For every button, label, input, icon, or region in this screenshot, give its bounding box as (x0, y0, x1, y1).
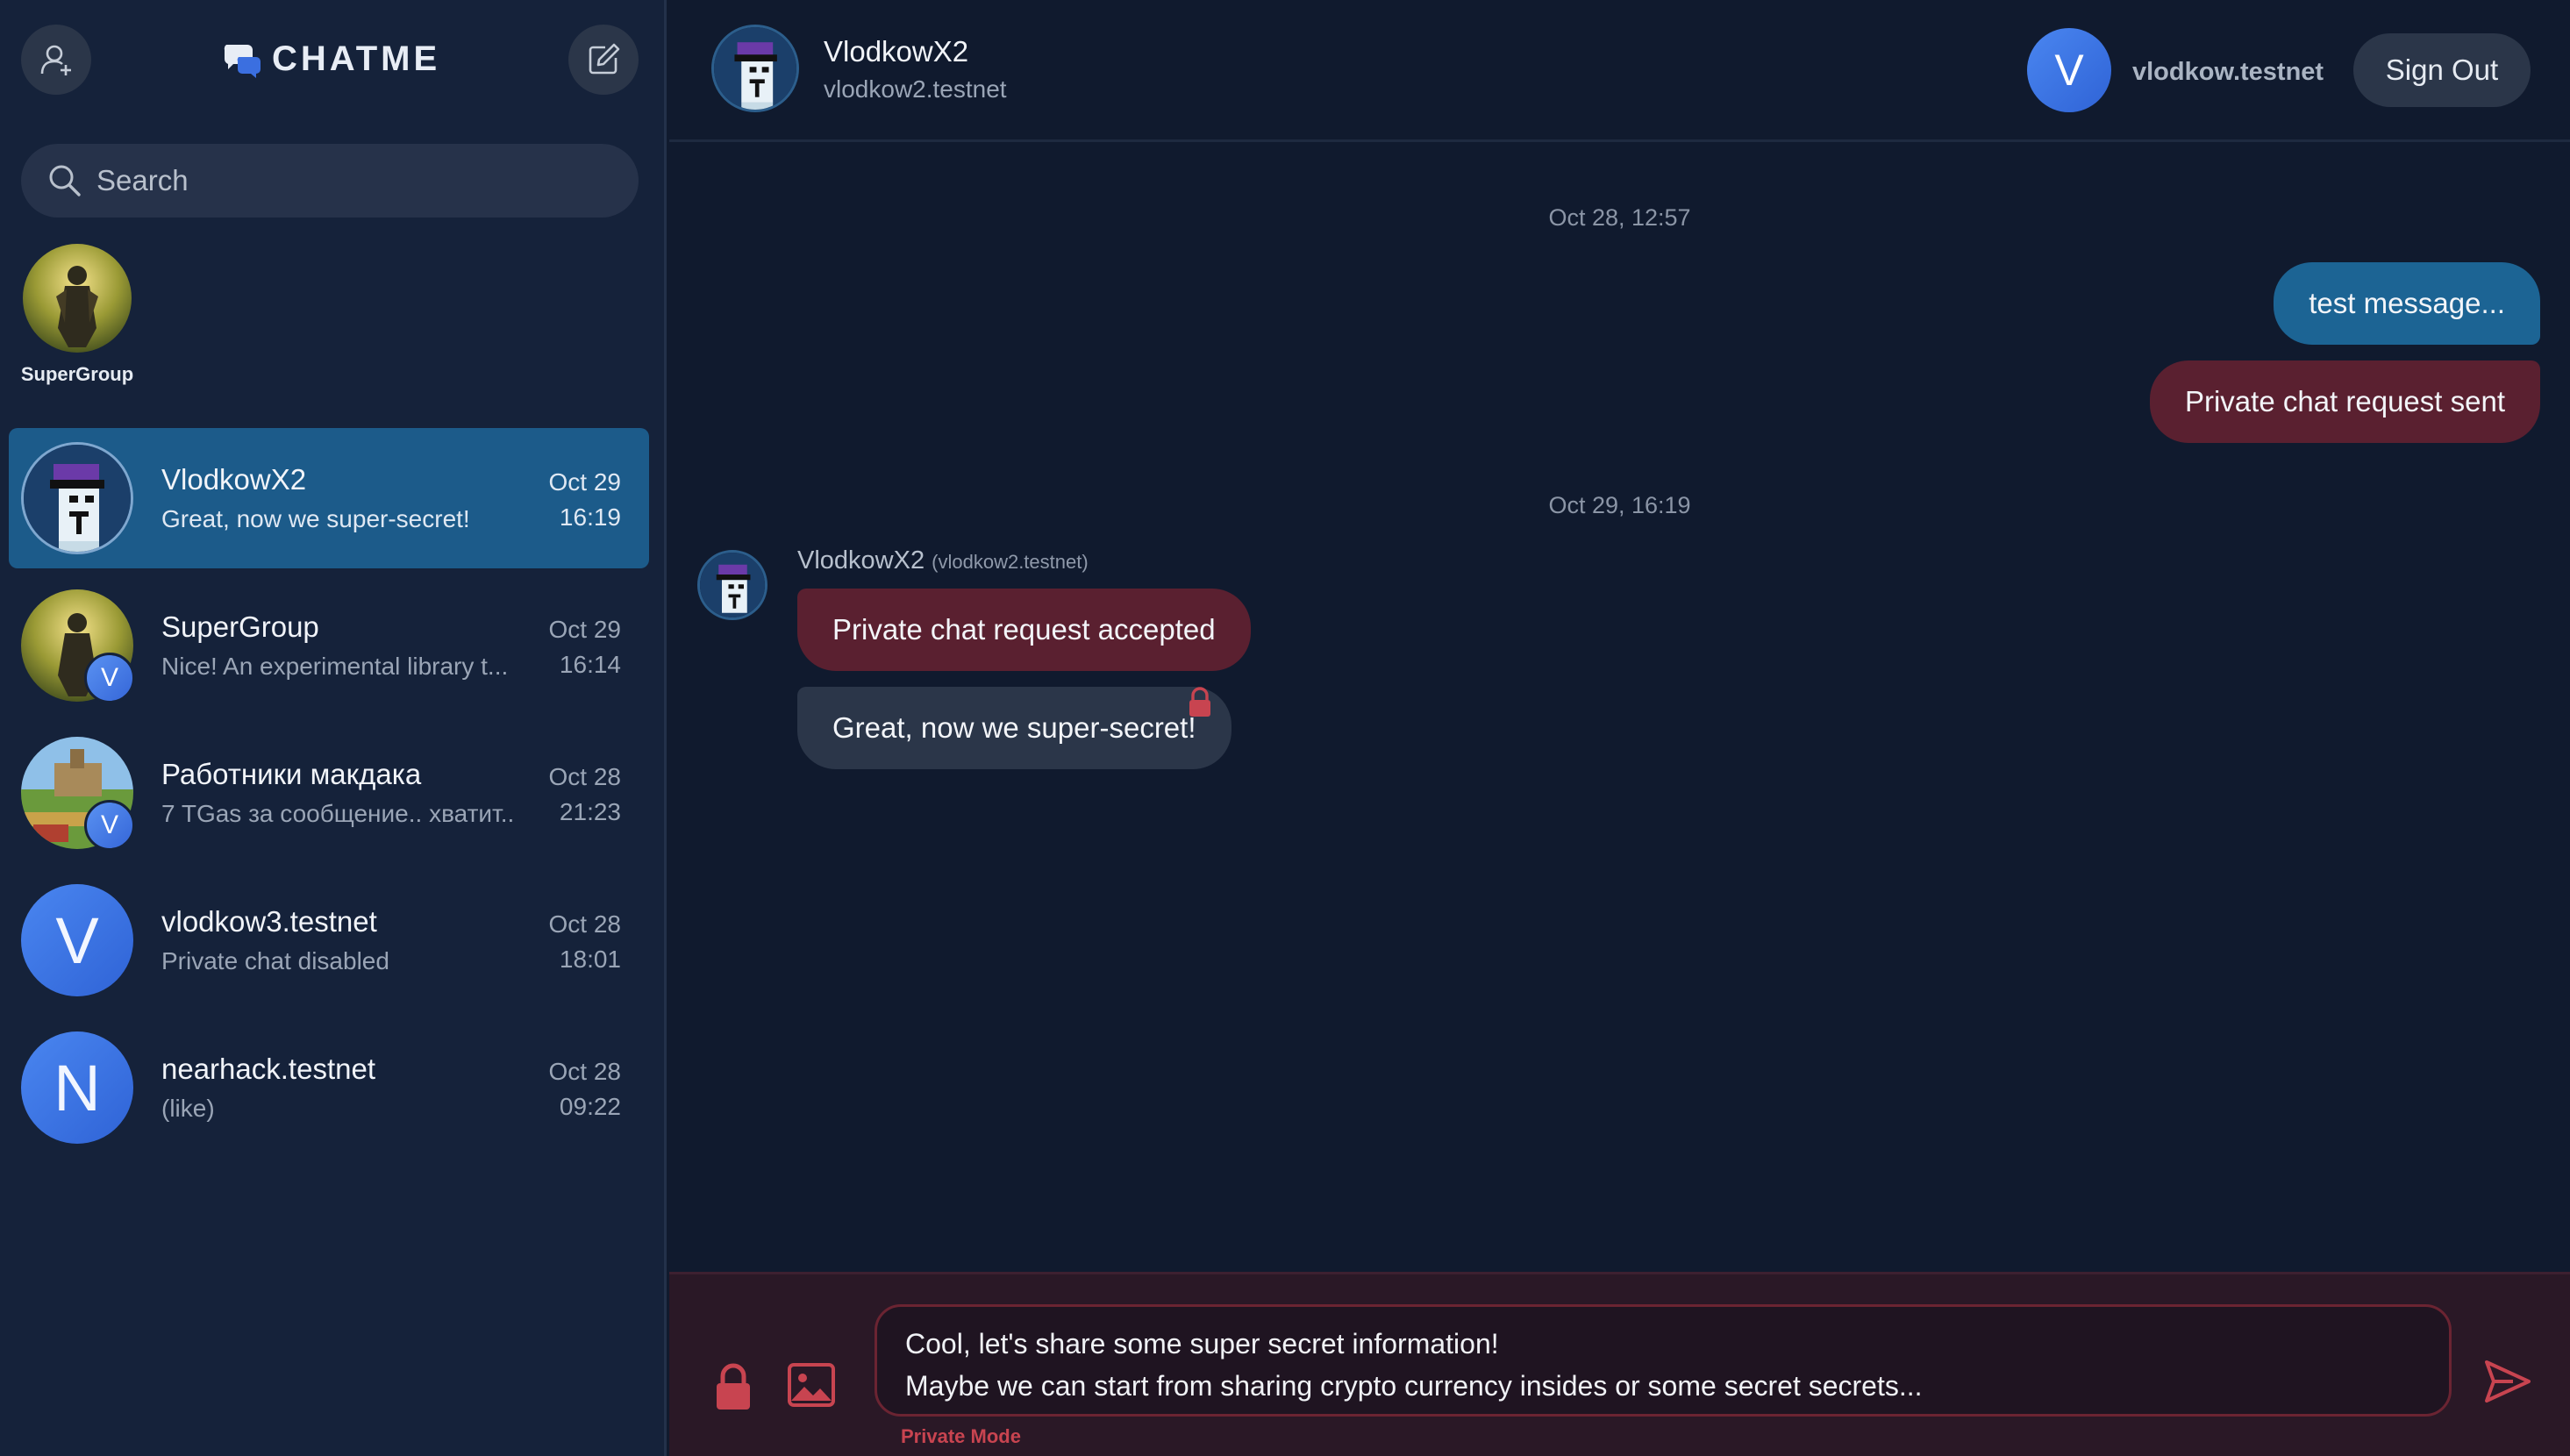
lock-icon (1189, 687, 1210, 717)
chat-preview: Nice! An experimental library t... (161, 653, 509, 680)
member-badge: V (84, 800, 135, 851)
chat-name: Работники макдака (161, 758, 422, 790)
my-account: vlodkow.testnet (2132, 58, 2324, 86)
outgoing-message: test message... (2274, 262, 2540, 345)
chat-preview: Great, now we super-secret! (161, 505, 470, 532)
message-input[interactable] (875, 1304, 2452, 1417)
chat-name: SuperGroup (161, 610, 319, 643)
group-shortcut-label: SuperGroup (20, 363, 134, 385)
chat-header: VlodkowX2 vlodkow2.testnet V vlodkow.tes… (669, 0, 2570, 142)
search-bar[interactable] (21, 144, 639, 218)
outgoing-message-private: Private chat request sent (2149, 360, 2540, 443)
chat-item[interactable]: VlodkowX2 Great, now we super-secret! Oc… (9, 428, 649, 568)
group-avatar (23, 244, 132, 353)
chat-date: Oct 29 (548, 616, 621, 643)
sender-line: VlodkowX2 (vlodkow2.testnet) (797, 546, 1089, 575)
chat-item[interactable]: V SuperGroup Nice! An experimental libra… (9, 575, 649, 716)
chat-date: Oct 29 (548, 468, 621, 496)
send-icon[interactable] (2481, 1355, 2534, 1408)
group-shortcut[interactable]: SuperGroup (16, 244, 139, 386)
chat-date: Oct 28 (548, 910, 621, 938)
chat-item[interactable]: V Работники макдака 7 TGas за сообщение.… (9, 723, 649, 863)
sender-avatar (697, 550, 767, 620)
contact-account: vlodkow2.testnet (824, 75, 1007, 103)
message-list: Oct 28, 12:57 test message... Private ch… (669, 145, 2570, 1272)
sidebar-topbar: CHATME (0, 0, 667, 123)
message-composer: Private Mode (669, 1272, 2570, 1456)
chat-name: vlodkow3.testnet (161, 905, 377, 938)
chat-bubbles-logo-icon (224, 45, 261, 78)
add-contact-button[interactable] (21, 25, 91, 95)
image-attach-icon[interactable] (787, 1362, 836, 1408)
chat-name: nearhack.testnet (161, 1053, 375, 1085)
chat-date: Oct 28 (548, 763, 621, 790)
date-separator: Oct 28, 12:57 (1548, 204, 1691, 231)
avatar (21, 442, 133, 554)
chat-date: Oct 28 (548, 1058, 621, 1085)
user-plus-icon (40, 45, 71, 75)
chat-preview: 7 TGas за сообщение.. хватит... (161, 800, 512, 827)
chat-time: 21:23 (559, 798, 621, 825)
chat-item[interactable]: N nearhack.testnet (like) Oct 28 09:22 (9, 1017, 649, 1158)
member-badge: V (84, 653, 135, 703)
edit-icon (589, 43, 620, 75)
chat-list: VlodkowX2 Great, now we super-secret! Oc… (9, 428, 649, 1165)
sender-account: (vlodkow2.testnet) (932, 551, 1089, 573)
contact-avatar[interactable] (711, 25, 799, 112)
chat-panel: VlodkowX2 vlodkow2.testnet V vlodkow.tes… (669, 0, 2570, 1456)
sign-out-button[interactable]: Sign Out (2353, 33, 2531, 107)
chat-time: 16:19 (559, 503, 621, 531)
private-mode-label: Private Mode (901, 1425, 1021, 1447)
chat-preview: Private chat disabled (161, 947, 389, 974)
incoming-message: Great, now we super-secret! (797, 687, 1231, 769)
chat-time: 09:22 (559, 1093, 621, 1120)
chat-name: VlodkowX2 (161, 463, 307, 496)
app-logo: CHATME (221, 37, 440, 81)
incoming-message-private: Private chat request accepted (797, 589, 1251, 671)
search-input[interactable] (96, 164, 605, 197)
my-avatar[interactable]: V (2027, 28, 2111, 112)
date-separator: Oct 29, 16:19 (1548, 492, 1691, 518)
chat-preview: (like) (161, 1095, 215, 1122)
sidebar: CHATME Search SuperGroup VlodkowX2 Great… (0, 0, 667, 1456)
chat-time: 18:01 (559, 946, 621, 973)
sender-name: VlodkowX2 (797, 546, 925, 575)
contact-name: VlodkowX2 (824, 35, 969, 68)
chat-item[interactable]: V vlodkow3.testnet Private chat disabled… (9, 870, 649, 1010)
avatar: V (21, 884, 133, 996)
chat-time: 16:14 (559, 651, 621, 678)
search-icon (49, 165, 81, 196)
private-mode-lock-icon[interactable] (713, 1362, 753, 1411)
avatar: N (21, 1031, 133, 1144)
new-chat-button[interactable] (568, 25, 639, 95)
app-logo-text: CHATME (272, 39, 441, 78)
